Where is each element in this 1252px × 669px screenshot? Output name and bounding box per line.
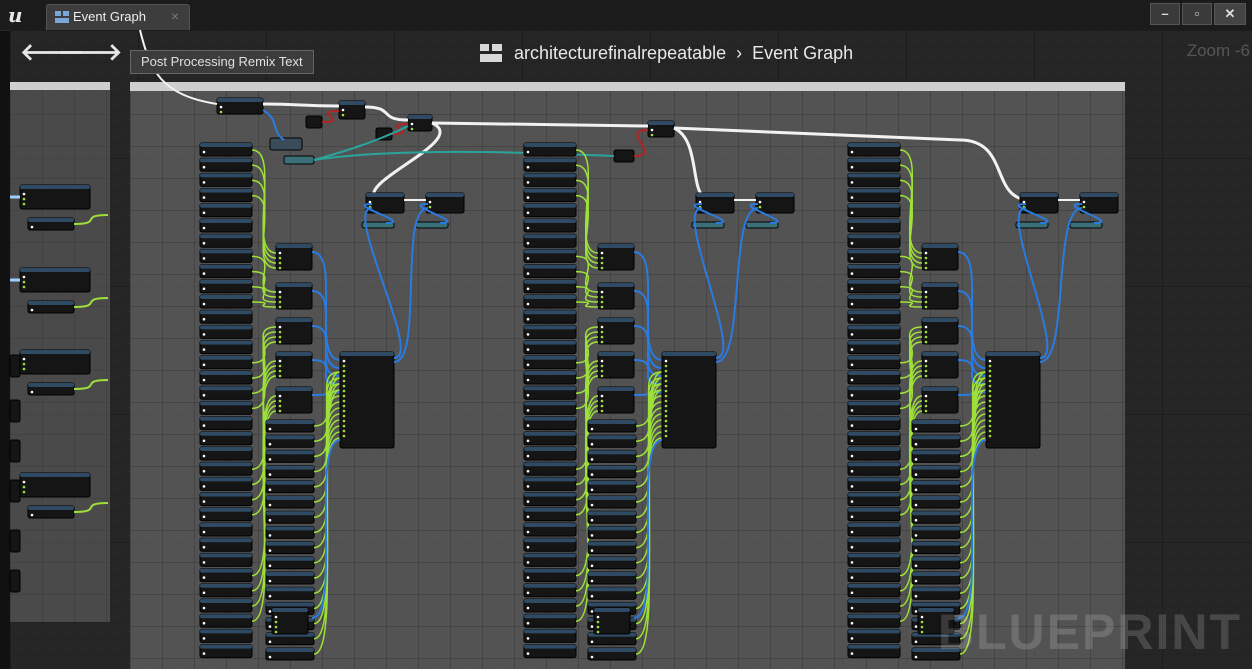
forward-arrow-icon[interactable]: 🡒	[58, 40, 122, 66]
window-controls: – ▫ ✕	[1148, 3, 1246, 25]
blueprint-watermark: BLUEPRINT	[937, 604, 1242, 660]
graph-icon	[55, 11, 69, 23]
tab-close-icon[interactable]: ×	[171, 8, 179, 24]
chevron-right-icon: ›	[736, 42, 743, 63]
comment-header-main	[130, 82, 1125, 91]
close-button[interactable]: ✕	[1214, 3, 1246, 25]
zoom-label: Zoom -6	[1186, 41, 1250, 60]
unreal-logo: u	[8, 3, 23, 27]
tab-label: Event Graph	[73, 9, 146, 24]
breadcrumb-blueprint[interactable]: architecturefinalrepeatable	[514, 43, 726, 64]
tab-event-graph[interactable]: Event Graph ×	[46, 4, 190, 30]
comment-box-main[interactable]	[130, 82, 1125, 669]
breadcrumb: architecturefinalrepeatable › Event Grap…	[480, 40, 853, 66]
graph-canvas[interactable]	[10, 30, 1252, 669]
blueprint-icon	[480, 44, 502, 62]
restore-button[interactable]: ▫	[1182, 3, 1212, 25]
comment-box-left[interactable]	[10, 82, 110, 622]
breadcrumb-graph: Event Graph	[752, 42, 854, 63]
back-arrow-icon[interactable]: 🡐	[20, 40, 84, 66]
minimize-button[interactable]: –	[1150, 3, 1180, 25]
tooltip: Post Processing Remix Text	[130, 50, 314, 74]
comment-header-left	[10, 82, 110, 90]
title-bar: u Event Graph × – ▫ ✕	[0, 0, 1252, 31]
